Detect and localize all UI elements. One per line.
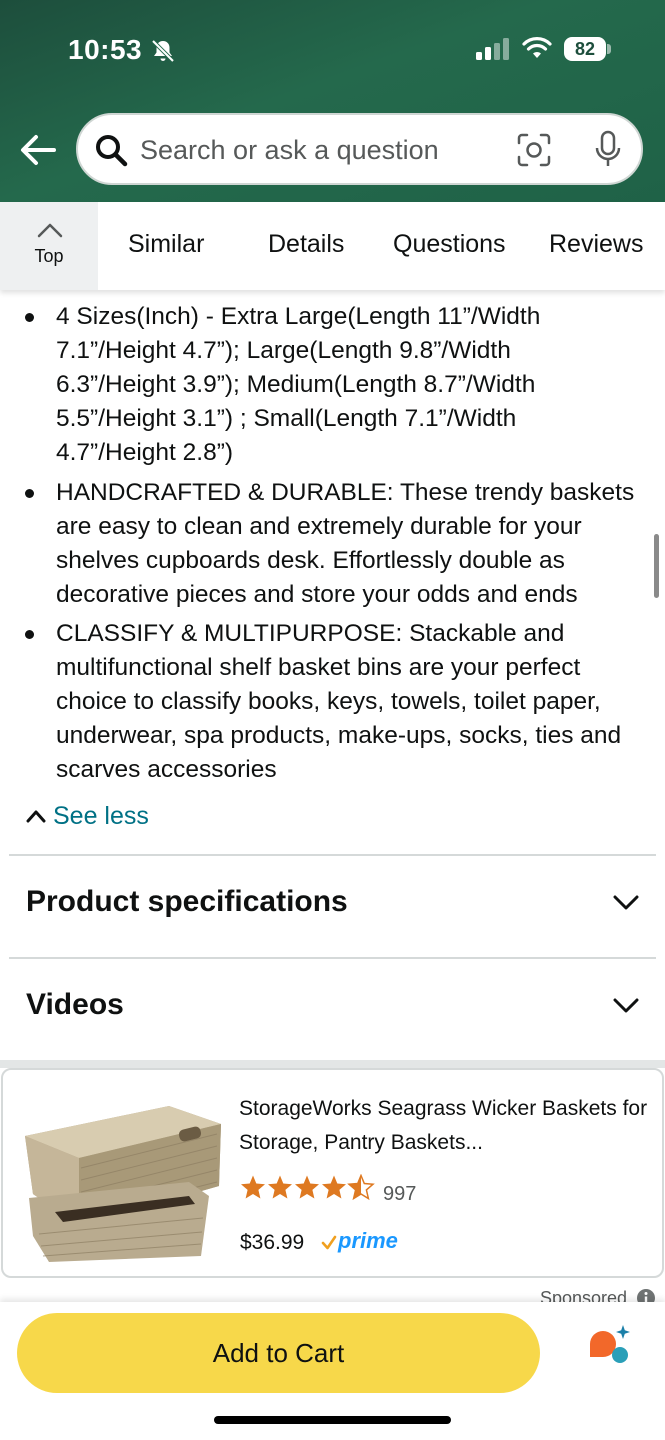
camera-scan-icon[interactable] [516,132,552,168]
bottom-action-bar: Add to Cart [0,1302,665,1440]
tab-top[interactable]: Top [0,202,98,290]
ad-product-title[interactable]: StorageWorks Seagrass Wicker Baskets for… [239,1092,649,1160]
battery-tip [607,44,611,54]
wifi-icon [522,37,552,58]
add-to-cart-button[interactable]: Add to Cart [17,1313,540,1393]
bullet-text: 4 Sizes(Inch) - Extra Large(Length 11”/W… [56,303,541,466]
bell-muted-icon [151,39,175,63]
search-input[interactable]: Search or ask a question [140,135,439,166]
see-less-label: See less [53,802,149,830]
product-specifications-row[interactable]: Product specifications [0,885,665,985]
star-rating-icon [241,1174,374,1200]
chevron-down-icon [613,895,639,910]
home-indicator [214,1416,451,1424]
section-separator [0,1060,665,1068]
microphone-icon[interactable] [592,129,624,169]
rufus-assistant-icon[interactable] [586,1322,632,1368]
divider [9,957,656,959]
chevron-up-icon [26,810,46,823]
search-icon [96,135,128,167]
bullet-dot [25,313,34,322]
bullet-text: HANDCRAFTED & DURABLE: These trendy bask… [56,479,635,608]
ad-price: $36.99 [240,1231,305,1254]
section-title: Product specifications [26,885,348,918]
bullet-text: CLASSIFY & MULTIPURPOSE: Stackable and m… [56,620,622,783]
search-bar[interactable]: Search or ask a question [76,113,643,185]
bullet-dot [25,630,34,639]
chevron-down-icon [613,998,639,1013]
cellular-signal-icon [476,38,509,60]
back-arrow-icon[interactable] [18,128,58,172]
tab-reviews[interactable]: Reviews [549,230,643,259]
list-item: CLASSIFY & MULTIPURPOSE: Stackable and m… [25,617,636,787]
chevron-up-icon [37,223,63,238]
sponsored-product-card[interactable]: StorageWorks Seagrass Wicker Baskets for… [1,1068,664,1278]
app-header: 10:53 82 Search or ask a question [0,0,665,202]
product-image[interactable] [19,1086,225,1264]
prime-label: prime [338,1228,398,1253]
bullet-dot [25,489,34,498]
tab-details[interactable]: Details [268,230,344,259]
tab-questions[interactable]: Questions [393,230,506,259]
list-item: 4 Sizes(Inch) - Extra Large(Length 11”/W… [25,300,636,470]
list-item: HANDCRAFTED & DURABLE: These trendy bask… [25,476,636,612]
status-time: 10:53 [68,34,143,65]
divider [9,854,656,856]
section-title: Videos [26,988,124,1021]
tab-similar[interactable]: Similar [128,230,204,259]
battery-level: 82 [564,37,606,61]
review-count[interactable]: 997 [383,1183,416,1206]
prime-check-icon [321,1235,337,1250]
section-tab-bar: Top Similar Details Questions Reviews [0,202,665,290]
scrollbar[interactable] [654,534,659,598]
tab-top-label: Top [34,246,64,266]
